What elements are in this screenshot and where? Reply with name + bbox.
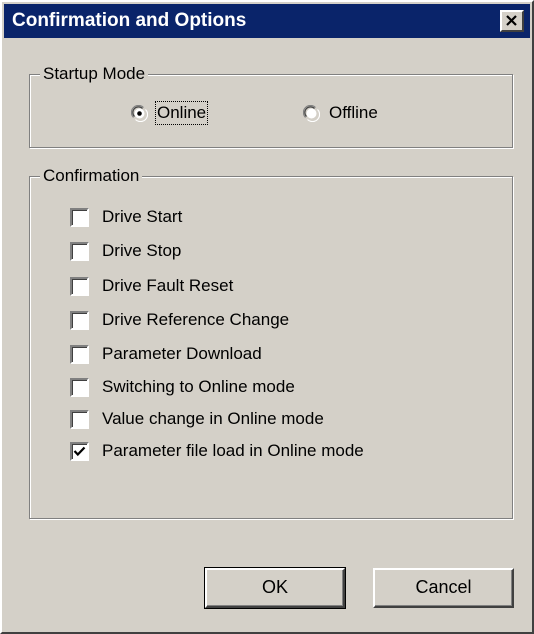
checkmark-icon [73, 446, 86, 457]
cancel-button[interactable]: Cancel [373, 568, 514, 608]
checkbox-label: Drive Stop [102, 241, 182, 260]
checkbox-box[interactable] [70, 208, 89, 227]
checkbox-box[interactable] [70, 242, 89, 261]
close-icon [506, 15, 517, 26]
startup-mode-group [29, 74, 513, 148]
radio-offline-label: Offline [329, 103, 378, 122]
checkbox-box[interactable] [70, 277, 89, 296]
checkbox-label: Switching to Online mode [102, 377, 295, 396]
ok-button[interactable]: OK [204, 567, 346, 609]
radio-online-label: Online [154, 101, 209, 125]
window-title: Confirmation and Options [12, 10, 247, 31]
close-button[interactable] [500, 10, 524, 32]
title-bar[interactable]: Confirmation and Options [4, 4, 530, 38]
checkbox-label: Parameter Download [102, 344, 262, 363]
radio-online-button[interactable] [131, 105, 148, 122]
checkbox-label: Drive Reference Change [102, 310, 290, 329]
checkbox-box[interactable] [70, 311, 89, 330]
checkbox-box[interactable] [70, 410, 89, 429]
startup-mode-legend: Startup Mode [40, 64, 149, 84]
checkbox-box[interactable] [70, 345, 89, 364]
confirmation-legend: Confirmation [40, 166, 143, 186]
radio-online[interactable]: Online [131, 101, 231, 125]
checkbox-label: Drive Fault Reset [102, 276, 234, 295]
checkbox-box[interactable] [70, 442, 89, 461]
dialog-window: Confirmation and Options Startup Mode On… [0, 0, 534, 634]
checkbox-box[interactable] [70, 378, 89, 397]
radio-offline[interactable]: Offline [303, 102, 413, 124]
checkbox-label: Drive Start [102, 207, 183, 226]
radio-offline-button[interactable] [303, 105, 320, 122]
checkbox-label: Value change in Online mode [102, 409, 324, 428]
checkbox-label: Parameter file load in Online mode [102, 441, 364, 460]
